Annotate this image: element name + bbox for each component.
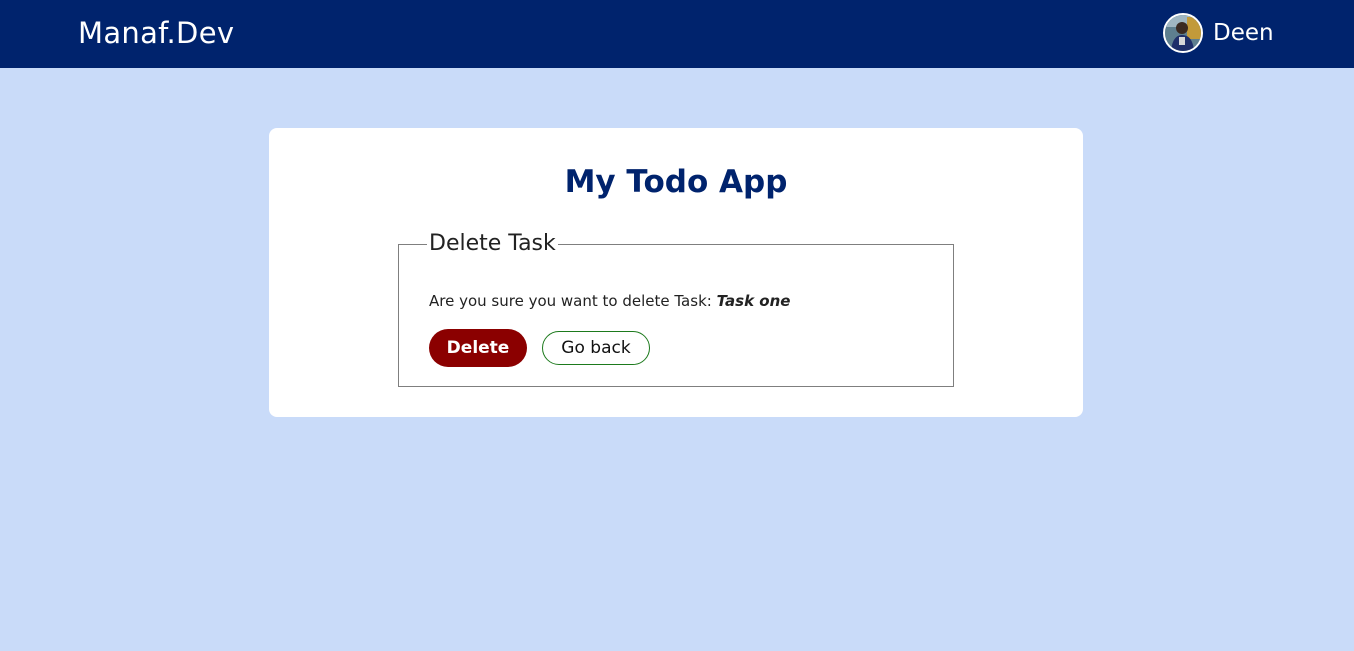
user-menu[interactable]: Deen — [1163, 13, 1274, 53]
user-avatar-icon — [1165, 15, 1201, 51]
fieldset-legend: Delete Task — [427, 230, 558, 258]
todo-card: My Todo App Delete Task Are you sure you… — [269, 128, 1083, 417]
delete-task-fieldset: Delete Task Are you sure you want to del… — [398, 230, 954, 387]
delete-button[interactable]: Delete — [429, 329, 527, 367]
confirm-message: Are you sure you want to delete Task: Ta… — [429, 290, 790, 312]
task-name: Task one — [716, 292, 791, 310]
brand-logo[interactable]: Manaf.Dev — [78, 13, 234, 53]
avatar[interactable] — [1163, 13, 1203, 53]
go-back-button[interactable]: Go back — [542, 331, 650, 365]
top-navbar: Manaf.Dev Deen — [0, 0, 1354, 68]
page-title: My Todo App — [564, 164, 788, 200]
confirm-prefix: Are you sure you want to delete Task: — [429, 292, 717, 310]
username: Deen — [1213, 20, 1274, 46]
